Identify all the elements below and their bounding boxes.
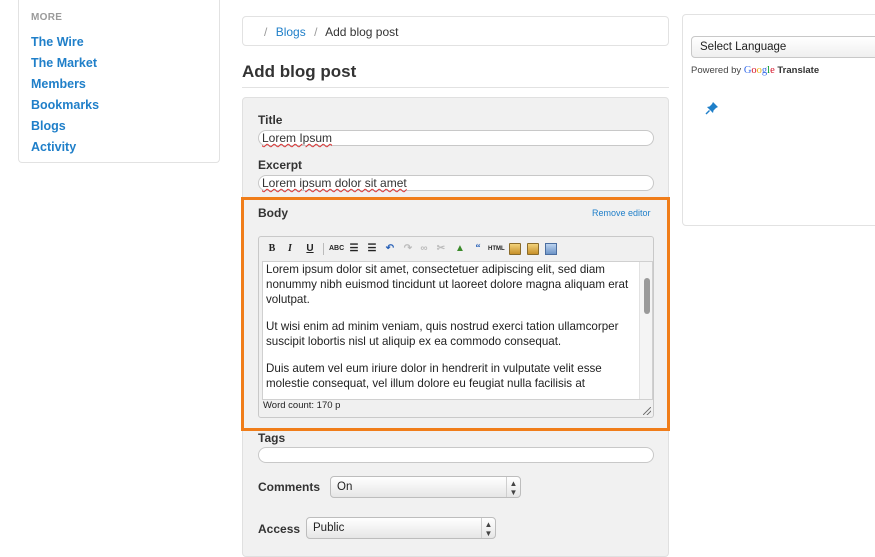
underline-icon[interactable]: U	[303, 242, 317, 256]
sidebar-item-members[interactable]: Members	[31, 74, 99, 95]
title-label: Title	[258, 113, 283, 127]
resize-grip-icon[interactable]	[643, 407, 651, 415]
comments-select[interactable]: On ▲ ▼	[330, 476, 521, 498]
translate-link[interactable]: Translate	[777, 65, 819, 76]
translate-panel: Select Language Powered by Google Transl…	[682, 14, 875, 226]
fullscreen-icon[interactable]	[545, 243, 557, 255]
rich-text-editor: B I U ABC ☰ ☰ ↶ ↷ ∞ ✂ ▲ “ HTML Lorem ips…	[258, 236, 654, 418]
blockquote-icon[interactable]: “	[471, 242, 485, 256]
body-paragraph: Ut wisi enim ad minim veniam, quis nostr…	[266, 320, 619, 348]
comments-label: Comments	[258, 480, 321, 494]
undo-icon[interactable]: ↶	[383, 242, 397, 256]
sidebar-section-title: MORE	[31, 12, 63, 23]
title-divider	[242, 87, 669, 88]
title-input-value: Lorem Ipsum	[262, 131, 333, 145]
sidebar: MORE The Wire The Market Members Bookmar…	[18, 0, 220, 163]
language-select-value: Select Language	[700, 41, 787, 53]
paste-word-icon[interactable]	[527, 243, 539, 255]
remove-editor-link[interactable]: Remove editor	[592, 208, 651, 218]
toolbar-divider	[323, 243, 324, 255]
sidebar-item-the-market[interactable]: The Market	[31, 53, 99, 74]
sidebar-item-blogs[interactable]: Blogs	[31, 116, 99, 137]
unlink-icon[interactable]: ✂	[434, 242, 448, 256]
editor-scrollbar[interactable]	[639, 262, 652, 399]
language-select[interactable]: Select Language	[691, 36, 875, 58]
image-icon[interactable]: ▲	[453, 242, 467, 256]
select-arrows-icon: ▲ ▼	[506, 477, 520, 497]
access-select-value: Public	[313, 522, 345, 534]
powered-by-text: Powered by	[691, 65, 742, 76]
body-paragraph: Lorem ipsum dolor sit amet, consectetuer…	[266, 263, 629, 306]
html-icon[interactable]: HTML	[488, 242, 505, 256]
excerpt-input[interactable]: Lorem ipsum dolor sit amet	[258, 175, 654, 191]
select-arrows-icon: ▲ ▼	[481, 518, 495, 538]
editor-content-area[interactable]: Lorem ipsum dolor sit amet, consectetuer…	[262, 261, 653, 400]
page-title: Add blog post	[242, 62, 357, 81]
link-icon[interactable]: ∞	[417, 242, 431, 256]
sidebar-item-the-wire[interactable]: The Wire	[31, 32, 99, 53]
powered-by-google: Powered by Google Translate	[691, 65, 819, 76]
sidebar-menu: The Wire The Market Members Bookmarks Bl…	[31, 32, 99, 158]
access-label: Access	[258, 522, 301, 536]
bold-icon[interactable]: B	[265, 242, 279, 256]
body-label: Body	[258, 206, 288, 220]
pin-icon[interactable]	[705, 101, 719, 115]
bullet-list-icon[interactable]: ☰	[347, 242, 361, 256]
spellcheck-icon[interactable]: ABC	[329, 242, 344, 256]
google-logo[interactable]: Google	[744, 65, 775, 76]
breadcrumb: / Blogs / Add blog post	[242, 16, 669, 46]
editor-toolbar: B I U ABC ☰ ☰ ↶ ↷ ∞ ✂ ▲ “ HTML	[259, 237, 653, 261]
editor-scrollbar-thumb[interactable]	[644, 278, 650, 314]
breadcrumb-separator: /	[264, 25, 268, 39]
sidebar-item-activity[interactable]: Activity	[31, 137, 99, 158]
paste-text-icon[interactable]	[509, 243, 521, 255]
excerpt-input-value: Lorem ipsum dolor sit amet	[262, 176, 407, 190]
tags-label: Tags	[258, 431, 286, 445]
breadcrumb-separator: /	[314, 25, 318, 39]
breadcrumb-blogs-link[interactable]: Blogs	[276, 25, 306, 39]
sidebar-item-bookmarks[interactable]: Bookmarks	[31, 95, 99, 116]
word-count: Word count: 170 p	[263, 400, 341, 411]
breadcrumb-current: Add blog post	[325, 25, 399, 39]
access-select[interactable]: Public ▲ ▼	[306, 517, 496, 539]
comments-select-value: On	[337, 481, 353, 493]
redo-icon[interactable]: ↷	[401, 242, 415, 256]
body-paragraph: Duis autem vel eum iriure dolor in hendr…	[266, 362, 602, 390]
title-input[interactable]: Lorem Ipsum	[258, 130, 654, 146]
tags-input[interactable]	[258, 447, 654, 463]
italic-icon[interactable]: I	[283, 242, 297, 256]
numbered-list-icon[interactable]: ☰	[365, 242, 379, 256]
excerpt-label: Excerpt	[258, 158, 303, 172]
